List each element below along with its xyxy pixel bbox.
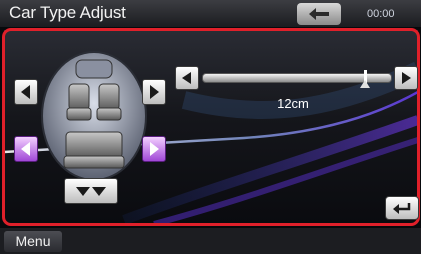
car-seat-icon — [41, 51, 147, 180]
chevron-right-icon — [402, 72, 411, 84]
footer-bar: Menu — [0, 228, 421, 254]
chevron-left-icon — [182, 72, 191, 84]
chevron-left-icon — [21, 142, 30, 156]
double-chevron-down-icon — [76, 187, 106, 196]
rear-seat-button[interactable] — [64, 178, 118, 204]
front-left-button[interactable] — [14, 79, 38, 105]
back-arrow-icon — [309, 8, 329, 20]
chevron-right-icon — [150, 142, 159, 156]
slider-decrease-button[interactable] — [175, 66, 199, 90]
car-type-adjust-screen: Car Type Adjust 00:00 12cm Menu — [0, 0, 421, 254]
menu-button[interactable]: Menu — [4, 231, 62, 252]
slider-position-marker — [359, 80, 370, 88]
return-icon — [393, 203, 411, 214]
return-button[interactable] — [385, 196, 419, 220]
header-bar: Car Type Adjust 00:00 — [0, 0, 421, 27]
slider-increase-button[interactable] — [394, 66, 418, 90]
clock: 00:00 — [367, 8, 395, 20]
front-right-button[interactable] — [142, 79, 166, 105]
back-button[interactable] — [297, 3, 341, 25]
rear-right-button[interactable] — [142, 136, 166, 162]
page-title: Car Type Adjust — [9, 3, 126, 22]
rear-left-button[interactable] — [14, 136, 38, 162]
chevron-right-icon — [150, 85, 159, 99]
distance-value: 12cm — [277, 96, 309, 111]
chevron-left-icon — [21, 85, 30, 99]
